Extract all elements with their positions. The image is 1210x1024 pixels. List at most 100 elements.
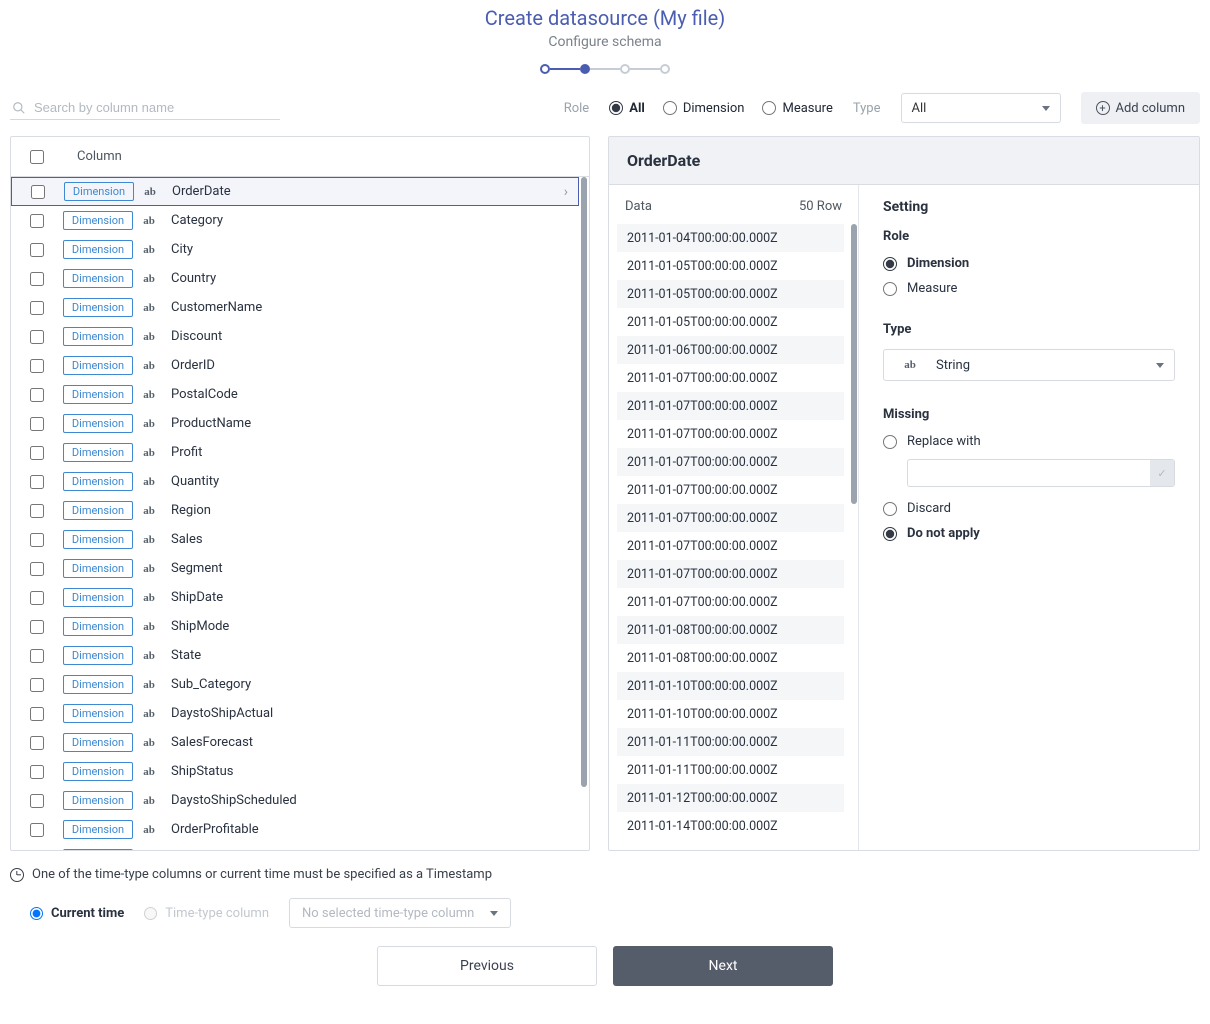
step-3-dot	[620, 64, 630, 74]
ab-icon: ab	[133, 795, 165, 807]
data-scrollbar[interactable]	[851, 224, 857, 504]
ab-icon: ab	[133, 737, 165, 749]
dimension-badge: Dimension	[63, 559, 133, 578]
dimension-badge: Dimension	[63, 733, 133, 752]
columns-scrollbar[interactable]	[581, 177, 587, 787]
type-dropdown[interactable]: All	[901, 93, 1061, 123]
plus-circle-icon: +	[1096, 101, 1110, 115]
data-row: 2011-01-05T00:00:00.000Z	[617, 308, 844, 336]
column-row[interactable]: DimensionabDiscount›	[11, 322, 579, 351]
row-checkbox[interactable]	[30, 620, 44, 634]
clock-icon	[10, 868, 24, 882]
row-checkbox[interactable]	[30, 272, 44, 286]
page-title: Create datasource (My file)	[0, 6, 1210, 30]
row-checkbox[interactable]	[30, 823, 44, 837]
row-checkbox[interactable]	[30, 794, 44, 808]
column-row[interactable]: DimensionabRegion›	[11, 496, 579, 525]
row-count: 50 Row	[799, 199, 842, 214]
details-panel: OrderDate Data 50 Row 2011-01-04T00:00:0…	[608, 136, 1200, 851]
row-checkbox[interactable]	[30, 301, 44, 315]
current-time-radio[interactable]: Current time	[30, 906, 124, 921]
column-name: Segment	[165, 561, 565, 576]
select-all-checkbox[interactable]	[30, 150, 44, 164]
column-row[interactable]: DimensionabOrderProfitable›	[11, 815, 579, 844]
row-checkbox[interactable]	[30, 678, 44, 692]
column-row[interactable]: DimensionabSegment›	[11, 554, 579, 583]
row-checkbox[interactable]	[30, 504, 44, 518]
dimension-badge: Dimension	[63, 588, 133, 607]
row-checkbox[interactable]	[30, 707, 44, 721]
role-all[interactable]: All	[609, 101, 645, 116]
search-input[interactable]	[34, 100, 278, 115]
column-row[interactable]: DimensionabSalesForecast›	[11, 728, 579, 757]
column-name: CustomerName	[165, 300, 565, 315]
column-row[interactable]: DimensionabCountry›	[11, 264, 579, 293]
column-row[interactable]: DimensionabCity›	[11, 235, 579, 264]
row-checkbox[interactable]	[30, 765, 44, 779]
row-checkbox[interactable]	[30, 243, 44, 257]
role-radio-group: All Dimension Measure	[609, 101, 833, 116]
data-row: 2011-01-10T00:00:00.000Z	[617, 672, 844, 700]
column-name: State	[165, 648, 565, 663]
missing-replace[interactable]: Replace with	[883, 434, 1175, 449]
row-checkbox[interactable]	[30, 475, 44, 489]
column-row[interactable]: DimensionabDaystoShipActual›	[11, 699, 579, 728]
row-checkbox[interactable]	[30, 562, 44, 576]
row-checkbox[interactable]	[30, 330, 44, 344]
chevron-down-icon	[1156, 363, 1164, 368]
column-row[interactable]: DimensionabPostalCode›	[11, 380, 579, 409]
missing-discard[interactable]: Discard	[883, 501, 1175, 516]
details-title: OrderDate	[609, 137, 1199, 185]
ab-icon: ab	[133, 302, 165, 314]
row-checkbox[interactable]	[30, 214, 44, 228]
row-checkbox[interactable]	[30, 388, 44, 402]
column-row[interactable]: DimensionabCategory›	[11, 206, 579, 235]
time-column-radio[interactable]: Time-type column	[144, 906, 269, 921]
add-column-button[interactable]: + Add column	[1081, 92, 1201, 124]
time-column-select[interactable]: No selected time-type column	[289, 898, 511, 928]
settings-column: Setting Role Dimension Measure Type ab S…	[859, 185, 1199, 850]
column-row[interactable]: DimensionabDaystoShipScheduled›	[11, 786, 579, 815]
data-row: 2011-01-08T00:00:00.000Z	[617, 616, 844, 644]
row-checkbox[interactable]	[31, 185, 45, 199]
missing-donotapply[interactable]: Do not apply	[883, 526, 1175, 541]
data-column: Data 50 Row 2011-01-04T00:00:00.000Z2011…	[609, 185, 859, 850]
column-row[interactable]: DimensionabShipDate›	[11, 583, 579, 612]
column-row[interactable]: DimensionabProductName›	[11, 409, 579, 438]
column-name: DaystoShipScheduled	[165, 793, 565, 808]
row-checkbox[interactable]	[30, 591, 44, 605]
column-row[interactable]: DimensionabSales›	[11, 525, 579, 554]
setting-type-select[interactable]: ab String	[883, 349, 1175, 381]
column-row[interactable]: DimensionabShipStatus›	[11, 757, 579, 786]
chevron-down-icon	[490, 911, 498, 916]
setting-role-dimension[interactable]: Dimension	[883, 256, 1175, 271]
setting-role-measure[interactable]: Measure	[883, 281, 1175, 296]
role-dimension[interactable]: Dimension	[663, 101, 745, 116]
column-row[interactable]: DimensionabSalesperCustomer›	[11, 844, 579, 850]
column-name: Category	[165, 213, 565, 228]
role-measure[interactable]: Measure	[762, 101, 832, 116]
next-button[interactable]: Next	[613, 946, 833, 986]
column-row[interactable]: DimensionabCustomerName›	[11, 293, 579, 322]
column-row[interactable]: DimensionabSub_Category›	[11, 670, 579, 699]
column-row[interactable]: DimensionabOrderID›	[11, 351, 579, 380]
previous-button[interactable]: Previous	[377, 946, 597, 986]
missing-replace-input[interactable]: ✓	[907, 459, 1175, 487]
ab-icon: ab	[133, 447, 165, 459]
column-row[interactable]: DimensionabShipMode›	[11, 612, 579, 641]
row-checkbox[interactable]	[30, 649, 44, 663]
row-checkbox[interactable]	[30, 417, 44, 431]
row-checkbox[interactable]	[30, 359, 44, 373]
ab-icon: ab	[133, 389, 165, 401]
column-row[interactable]: DimensionabOrderDate›	[11, 177, 579, 206]
row-checkbox[interactable]	[30, 533, 44, 547]
column-row[interactable]: DimensionabQuantity›	[11, 467, 579, 496]
column-name: City	[165, 242, 565, 257]
row-checkbox[interactable]	[30, 446, 44, 460]
column-row[interactable]: DimensionabState›	[11, 641, 579, 670]
ab-icon: ab	[894, 359, 926, 371]
dimension-badge: Dimension	[63, 646, 133, 665]
row-checkbox[interactable]	[30, 736, 44, 750]
step-line-1	[550, 68, 580, 70]
column-row[interactable]: DimensionabProfit›	[11, 438, 579, 467]
